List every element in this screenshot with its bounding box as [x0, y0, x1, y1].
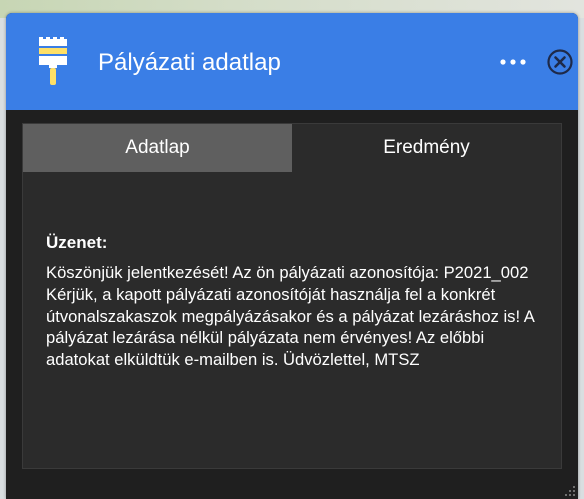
- more-icon[interactable]: [498, 57, 528, 67]
- tab-eredmeny[interactable]: Eredmény: [292, 124, 561, 172]
- panel-title: Pályázati adatlap: [98, 49, 281, 76]
- panel-header: Pályázati adatlap: [6, 13, 578, 110]
- message-text: Köszönjük jelentkezését! Az ön pályázati…: [46, 263, 534, 370]
- panel-body: Adatlap Eredmény Üzenet: Köszönjük jelen…: [22, 123, 562, 469]
- paint-brush-icon: [39, 37, 67, 85]
- message-heading: Üzenet:: [46, 233, 108, 252]
- tab-adatlap[interactable]: Adatlap: [23, 124, 292, 172]
- message-section: Üzenet: Köszönjük jelentkezését! Az ön p…: [46, 232, 546, 371]
- tab-bar: Adatlap Eredmény: [23, 124, 561, 172]
- application-form-panel: Pályázati adatlap Adatlap Eredmény Üzene…: [6, 13, 578, 499]
- resize-handle-icon[interactable]: [564, 485, 576, 497]
- close-icon[interactable]: [546, 48, 574, 76]
